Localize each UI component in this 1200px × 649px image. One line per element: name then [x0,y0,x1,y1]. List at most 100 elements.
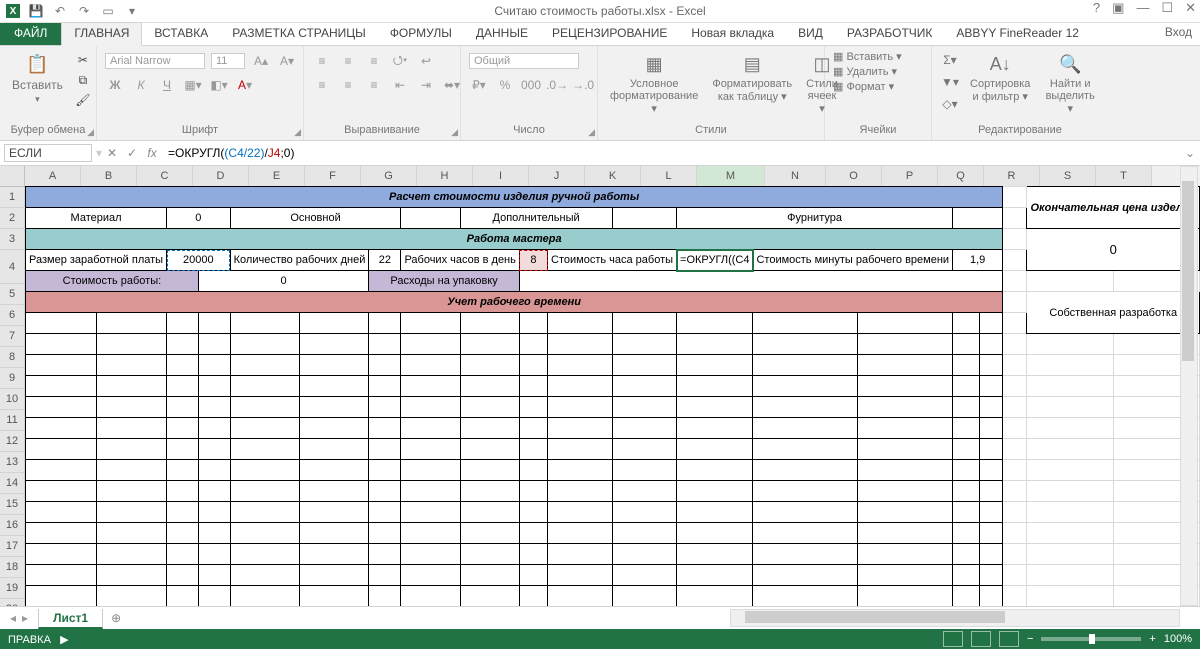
cell[interactable] [612,523,677,544]
help-icon[interactable]: ? [1093,0,1100,16]
cell[interactable] [519,439,547,460]
cell[interactable] [299,376,368,397]
cell[interactable] [548,313,613,334]
cell[interactable] [460,523,519,544]
cell[interactable] [753,460,857,481]
cancel-formula-icon[interactable]: ✕ [102,146,122,160]
cell[interactable] [677,355,753,376]
number-launcher-icon[interactable]: ◢ [588,127,595,138]
fill-icon[interactable]: ▼▾ [940,72,960,92]
active-cell-M4[interactable]: =ОКРУГЛ((C4 [677,250,753,271]
cell[interactable] [857,313,952,334]
cell[interactable] [96,313,167,334]
font-size-combo[interactable]: 11 [211,53,245,69]
cell[interactable] [677,586,753,607]
salary-label[interactable]: Размер заработной платы [26,250,167,271]
cell[interactable] [369,313,401,334]
cell[interactable] [96,376,167,397]
cell[interactable] [677,313,753,334]
row-header-15[interactable]: 15 [0,494,25,515]
cell[interactable] [519,502,547,523]
find-select-button[interactable]: 🔍Найти и выделить ▾ [1040,50,1100,117]
cell[interactable] [401,376,460,397]
cell[interactable] [677,544,753,565]
col-header-S[interactable]: S [1040,166,1096,187]
expand-formula-bar-icon[interactable]: ⌄ [1180,146,1200,160]
cell[interactable] [401,418,460,439]
cell[interactable] [369,460,401,481]
tab-pagelayout[interactable]: РАЗМЕТКА СТРАНИЦЫ [220,23,378,45]
cell[interactable] [96,586,167,607]
cell[interactable] [612,418,677,439]
vertical-scrollbar[interactable] [1180,166,1198,606]
hours-value[interactable]: 8 [519,250,547,271]
cell[interactable] [26,565,97,586]
cell[interactable] [753,481,857,502]
bold-icon[interactable]: Ж [105,75,125,95]
cell[interactable] [677,334,753,355]
indent-decrease-icon[interactable]: ⇤ [390,75,410,95]
workcost-label[interactable]: Стоимость работы: [26,271,199,292]
qat-undo-icon[interactable]: ↶ [52,3,68,19]
cell[interactable] [299,418,368,439]
cell[interactable] [299,460,368,481]
cell[interactable] [548,544,613,565]
tab-formulas[interactable]: ФОРМУЛЫ [378,23,464,45]
cell[interactable] [369,502,401,523]
cell[interactable] [857,544,952,565]
cell[interactable] [198,418,230,439]
alignment-launcher-icon[interactable]: ◢ [451,127,458,138]
cell[interactable] [980,544,1003,565]
cell[interactable] [677,418,753,439]
cell[interactable] [677,439,753,460]
cell[interactable] [299,355,368,376]
cell[interactable] [167,586,199,607]
mincost-label[interactable]: Стоимость минуты рабочего времени [753,250,953,271]
furniture-label[interactable]: Фурнитура [677,208,953,229]
ribbon-display-icon[interactable]: ▣ [1112,0,1124,16]
cell[interactable] [548,523,613,544]
cell[interactable] [677,502,753,523]
sheet-nav-prev-icon[interactable]: ◂ [10,611,16,625]
cell[interactable] [857,565,952,586]
cell[interactable] [980,397,1003,418]
cell[interactable] [612,313,677,334]
cell[interactable] [230,523,299,544]
font-launcher-icon[interactable]: ◢ [294,127,301,138]
cell[interactable] [26,460,97,481]
cell[interactable] [857,439,952,460]
cell[interactable] [980,376,1003,397]
minimize-icon[interactable]: — [1136,0,1149,16]
cell[interactable] [198,313,230,334]
cell[interactable] [980,355,1003,376]
qat-save-icon[interactable]: 💾 [28,3,44,19]
cell[interactable] [299,397,368,418]
cut-icon[interactable]: ✂ [73,50,93,70]
cell[interactable] [460,313,519,334]
col-header-B[interactable]: B [81,166,137,187]
cell[interactable] [96,334,167,355]
wrap-text-icon[interactable]: ↩ [416,51,436,71]
days-label[interactable]: Количество рабочих дней [230,250,369,271]
cell[interactable] [198,376,230,397]
cell[interactable] [167,355,199,376]
decrease-decimal-icon[interactable]: →.0 [573,75,593,95]
format-as-table-button[interactable]: ▤Форматировать как таблицу ▾ [708,50,796,105]
cell[interactable] [230,418,299,439]
hourcost-label[interactable]: Стоимость часа работы [548,250,677,271]
cell[interactable] [857,397,952,418]
font-name-combo[interactable]: Arial Narrow [105,53,205,69]
master-work-header[interactable]: Работа мастера [26,229,1003,250]
row-header-14[interactable]: 14 [0,473,25,494]
cell[interactable] [96,544,167,565]
cell[interactable] [230,565,299,586]
indent-increase-icon[interactable]: ⇥ [416,75,436,95]
col-header-O[interactable]: O [826,166,882,187]
cell[interactable] [26,418,97,439]
row-header-19[interactable]: 19 [0,578,25,599]
cell[interactable] [198,460,230,481]
cell[interactable] [857,376,952,397]
cell[interactable] [460,586,519,607]
cell[interactable] [548,418,613,439]
cell[interactable] [369,481,401,502]
